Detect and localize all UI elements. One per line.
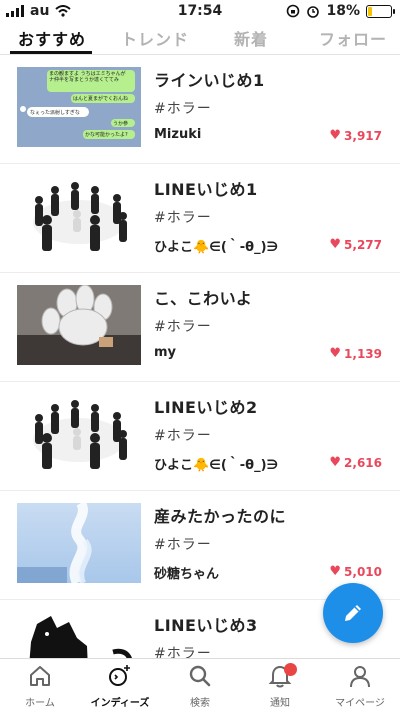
nav-mypage[interactable]: マイページ [320,663,400,709]
tab-new[interactable]: 新着 [234,26,268,50]
story-thumbnail[interactable] [17,503,141,583]
category-tabs: おすすめ トレンド 新着 フォロー [0,24,400,55]
author-name[interactable]: Mizuki [154,127,201,142]
figures-circle-image [33,182,127,251]
like-count: ♥ 5,010 [329,564,382,579]
active-tab-indicator [10,51,92,54]
pencil-icon [345,605,361,621]
nav-label: 検索 [190,698,210,709]
nav-home[interactable]: ホーム [0,663,80,709]
nav-label: マイページ [335,698,385,709]
glove-hand-image [17,285,141,365]
alarm-icon [307,6,320,18]
tab-follow[interactable]: フォロー [319,26,387,50]
list-item[interactable]: こ、こわいよ #ホラー my ♥ 1,139 [0,273,400,382]
nav-indies[interactable]: インディーズ [80,663,160,709]
like-count: ♥ 5,277 [329,237,382,252]
write-story-button[interactable] [323,583,383,643]
nav-notifications[interactable]: 通知 [240,663,320,709]
monster-image [29,616,132,658]
story-title[interactable]: LINEいじめ3 [154,612,258,636]
author-name[interactable]: ひよこ🐥∈(｀-θ_)∋ [154,236,278,255]
status-bar: au 17:54 18% [0,0,400,24]
tab-recommended[interactable]: おすすめ [18,26,86,50]
genre-tag[interactable]: #ホラー [154,207,212,227]
heart-icon: ♥ [329,237,342,252]
list-item[interactable]: LINEいじめ1 #ホラー ひよこ🐥∈(｀-θ_)∋ ♥ 5,277 [0,164,400,273]
bottom-nav: ホーム インディーズ 検索 通知 マイページ [0,658,400,712]
genre-tag[interactable]: #ホラー [154,425,212,445]
battery-icon [366,4,395,18]
nav-label: ホーム [25,698,55,709]
search-icon [189,665,211,687]
story-thumbnail[interactable] [17,176,141,256]
nav-label: インディーズ [90,698,150,709]
genre-tag[interactable]: #ホラー [154,98,212,118]
chat-bubble-text: うか参 [111,119,135,127]
genre-tag[interactable]: #ホラー [154,643,212,658]
smoke-image [17,503,92,583]
chat-bubble-text: かな可能かったよ? [83,130,135,139]
author-name[interactable]: ひよこ🐥∈(｀-θ_)∋ [154,454,278,473]
genre-tag[interactable]: #ホラー [154,316,212,336]
like-count: ♥ 3,917 [329,128,382,143]
genre-tag[interactable]: #ホラー [154,534,212,554]
like-count: ♥ 2,616 [329,455,382,470]
like-count: ♥ 1,139 [329,346,382,361]
author-name[interactable]: my [154,345,176,360]
battery-percent: 18% [326,3,360,19]
story-title[interactable]: LINEいじめ1 [154,176,258,200]
story-thumbnail[interactable] [17,394,141,474]
list-item[interactable]: まの観ますよ うちはエミちゃんが ナ仲半を写まとうか達くててみ はんと夏まがでく… [0,55,400,164]
nav-label: 通知 [270,698,290,709]
story-title[interactable]: LINEいじめ2 [154,394,258,418]
chat-bubble-text: なぇった派射しすぎない? [27,107,89,117]
indies-icon [109,665,130,686]
tab-trend[interactable]: トレンド [121,26,189,50]
heart-icon: ♥ [329,564,342,579]
rotation-lock-icon [287,4,300,18]
story-thumbnail[interactable]: まの観ますよ うちはエミちゃんが ナ仲半を写まとうか達くててみ はんと夏まがでく… [17,67,141,147]
heart-icon: ♥ [329,346,342,361]
chat-bubble-text: ナ仲半を写まとうか達くててみ [49,77,119,83]
nav-search[interactable]: 検索 [160,663,240,709]
story-title[interactable]: こ、こわいよ [154,285,252,309]
story-thumbnail[interactable] [17,285,141,365]
heart-icon: ♥ [329,128,342,143]
story-feed[interactable]: まの観ますよ うちはエミちゃんが ナ仲半を写まとうか達くててみ はんと夏まがでく… [0,55,400,658]
figures-circle-image [33,400,127,469]
story-title[interactable]: 産みたかったのに [154,503,286,527]
list-item[interactable]: 産みたかったのに #ホラー 砂糖ちゃん ♥ 5,010 [0,491,400,600]
author-name[interactable]: 砂糖ちゃん [154,563,219,582]
home-icon [30,666,50,686]
heart-icon: ♥ [329,455,342,470]
story-thumbnail[interactable] [17,612,141,658]
person-icon [350,666,370,688]
list-item[interactable]: LINEいじめ2 #ホラー ひよこ🐥∈(｀-θ_)∋ ♥ 2,616 [0,382,400,491]
notification-badge [284,663,297,676]
story-title[interactable]: ラインいじめ1 [154,67,265,91]
chat-bubble-text: はんと夏まがでくおんね [71,94,135,103]
